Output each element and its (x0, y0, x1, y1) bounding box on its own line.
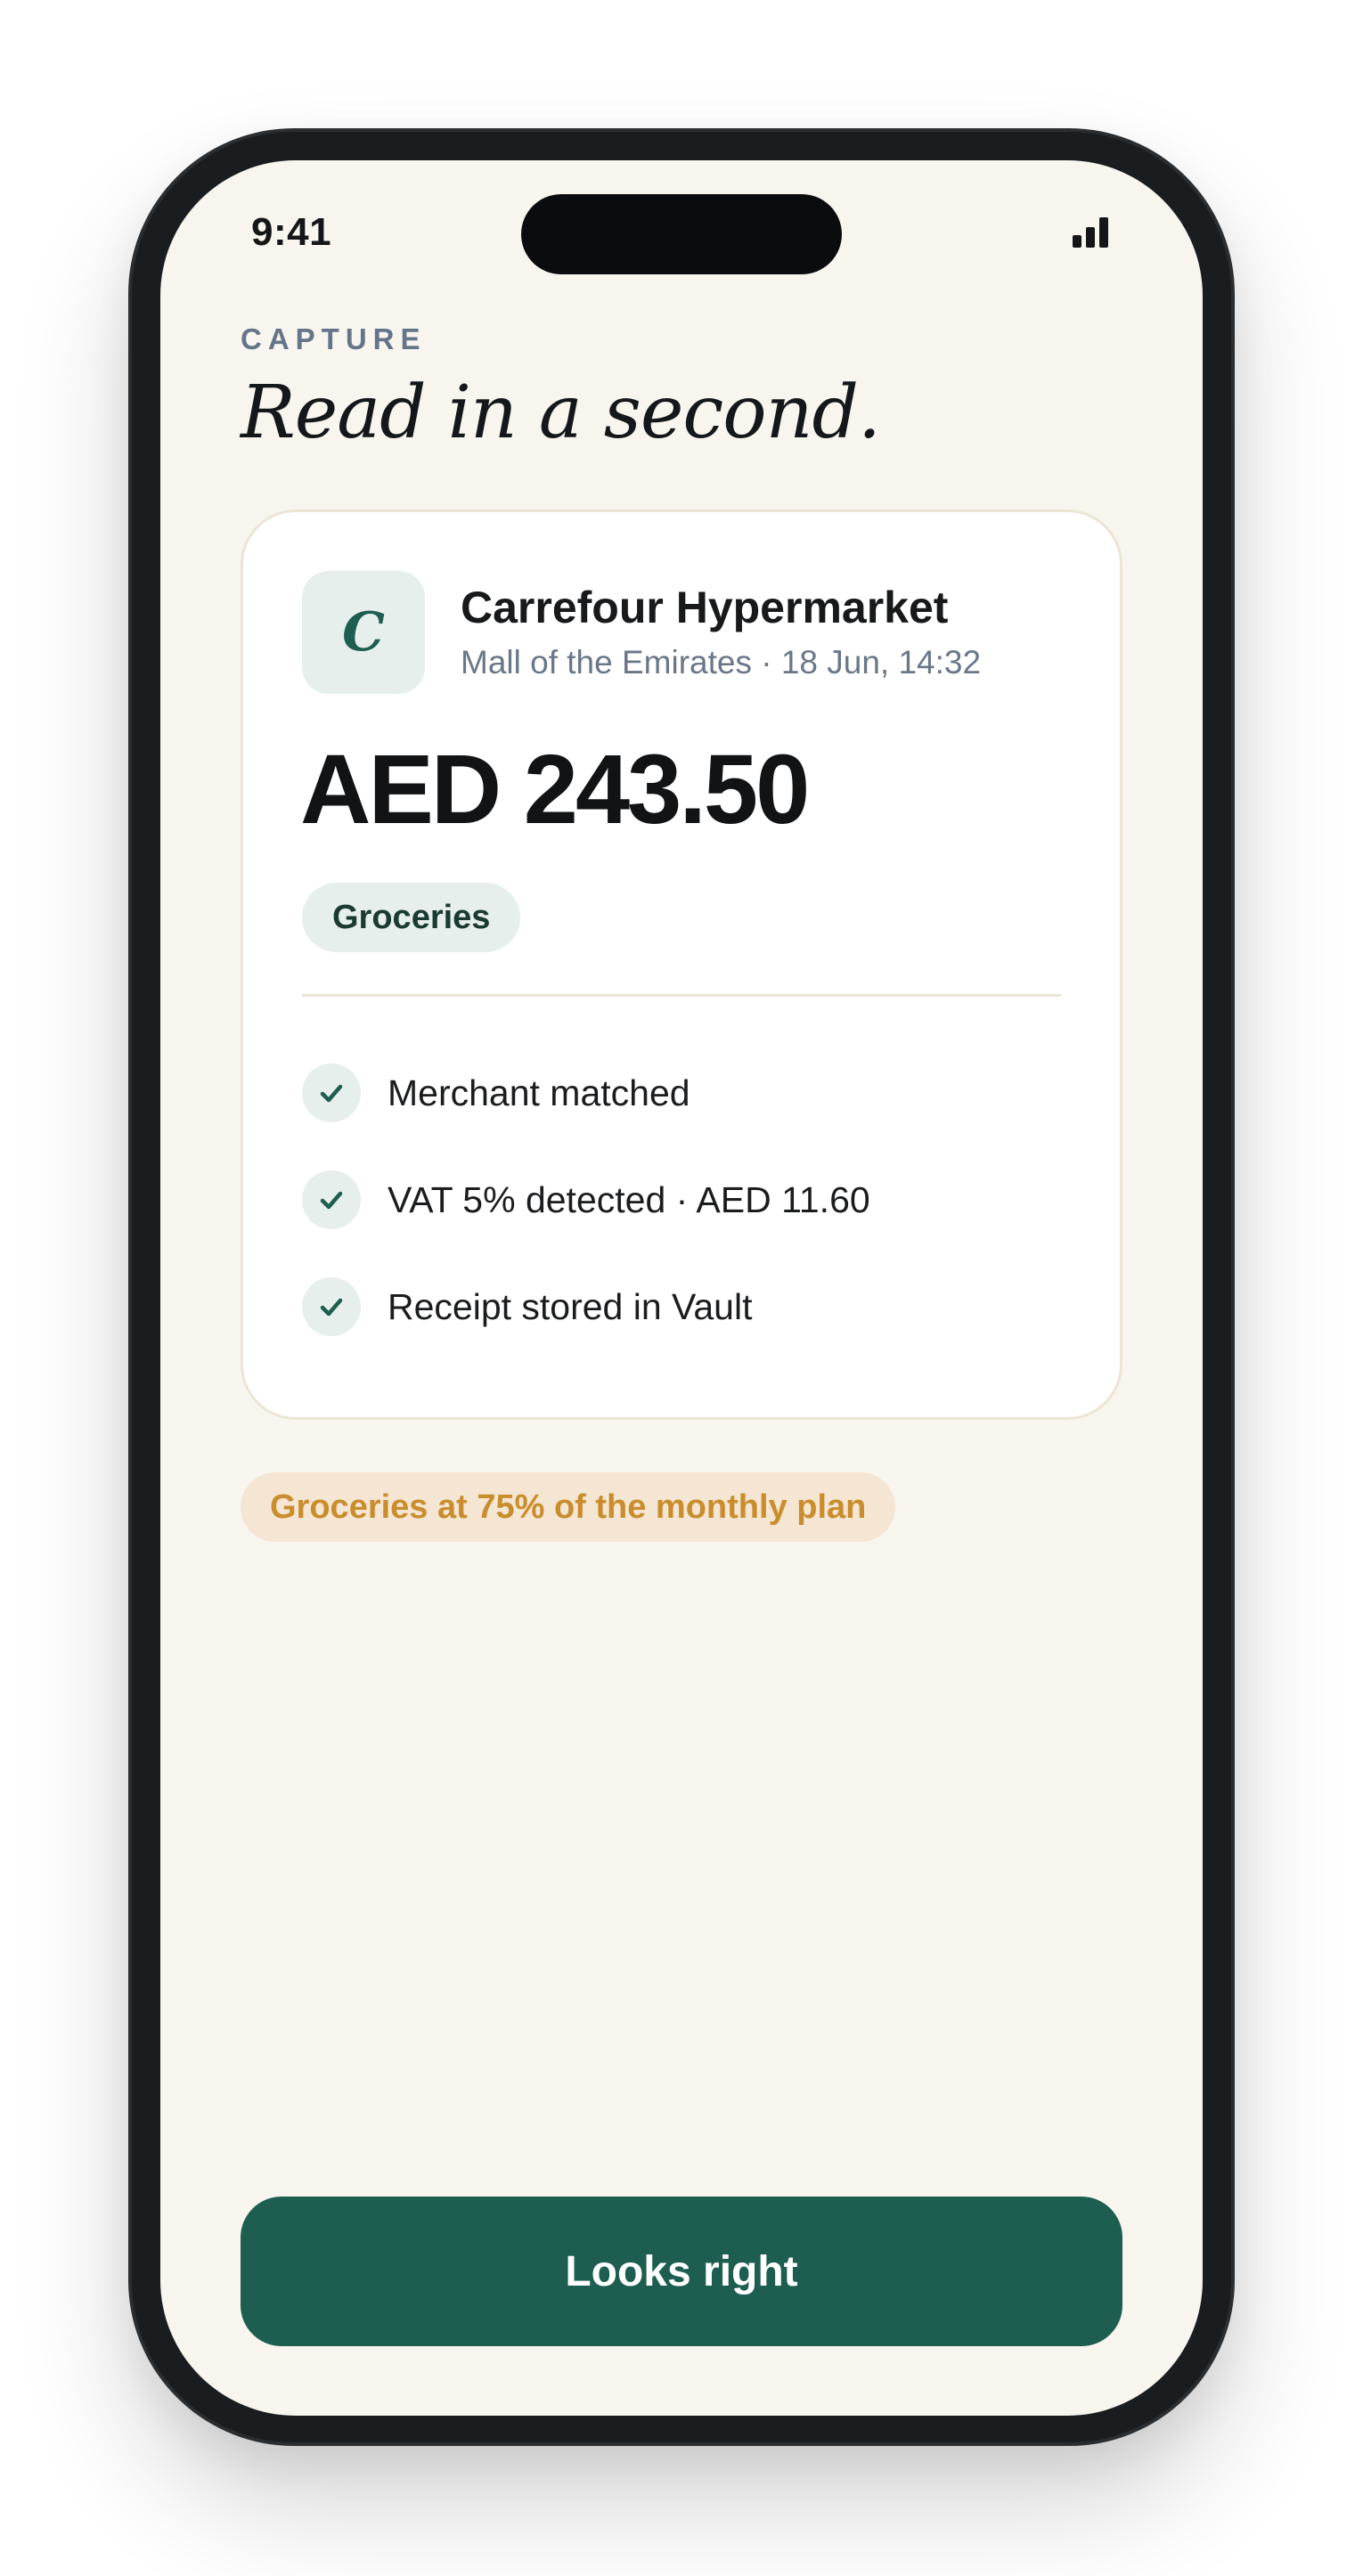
category-chip[interactable]: Groceries (302, 883, 521, 952)
check-label: Receipt stored in Vault (388, 1285, 753, 1327)
merchant-name: Carrefour Hypermarket (461, 583, 949, 632)
merchant-location-time: Mall of the Emirates · 18 Jun, 14:32 (461, 644, 982, 681)
check-label: VAT 5% detected · AED 11.60 (388, 1178, 870, 1220)
status-time: 9:41 (251, 210, 332, 254)
check-item-merchant: Merchant matched (302, 1063, 870, 1123)
merchant-logo-letter: C (342, 601, 385, 664)
check-item-vault: Receipt stored in Vault (302, 1276, 870, 1337)
app-screen: 9:41 CAPTURE Read in a second. C Carrefo… (160, 160, 1203, 2416)
check-item-vat: VAT 5% detected · AED 11.60 (302, 1170, 870, 1230)
check-icon (302, 1064, 361, 1122)
check-label: Merchant matched (388, 1072, 690, 1113)
merchant-logo: C (302, 571, 425, 694)
receipt-card: C Carrefour Hypermarket Mall of the Emir… (241, 509, 1122, 1420)
looks-right-button[interactable]: Looks right (241, 2197, 1122, 2346)
verification-list: Merchant matched VAT 5% detected · AED 1… (302, 1063, 870, 1383)
page-title: Read in a second. (241, 371, 881, 455)
divider (302, 994, 1061, 997)
section-eyebrow: CAPTURE (241, 322, 427, 355)
receipt-amount: AED 243.50 (300, 735, 810, 844)
check-icon (302, 1277, 361, 1336)
signal-bars-icon (1073, 217, 1108, 248)
check-icon (302, 1170, 361, 1229)
budget-warning-badge: Groceries at 75% of the monthly plan (241, 1472, 896, 1542)
dynamic-island (521, 194, 842, 274)
